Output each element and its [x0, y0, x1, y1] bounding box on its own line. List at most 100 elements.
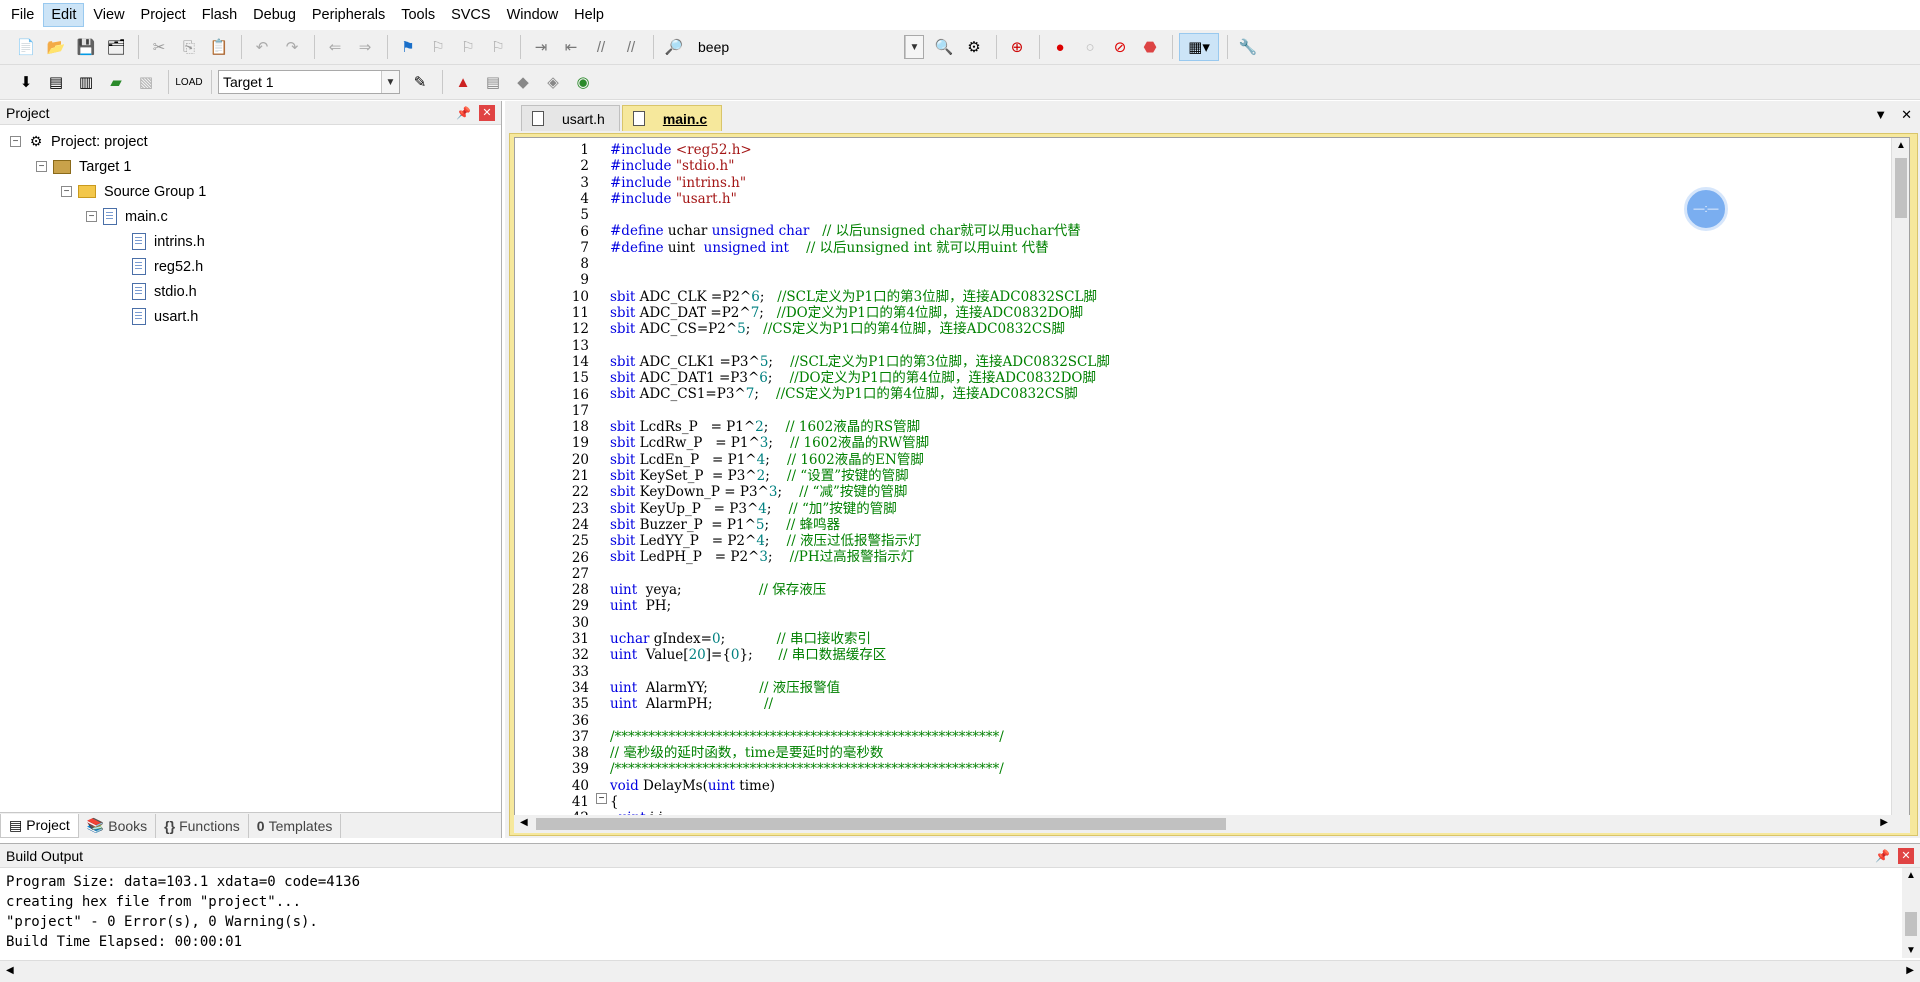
comment-icon[interactable]: //	[587, 33, 615, 61]
copy-icon[interactable]: ⎘	[175, 33, 203, 61]
scroll-left-icon[interactable]: ◀	[6, 965, 14, 976]
tab-functions[interactable]: {} Functions	[156, 813, 249, 838]
target-select[interactable]: Target 1 ▼	[218, 70, 400, 94]
tree-item-main-c[interactable]: − main.c	[0, 204, 501, 229]
collapse-toggle[interactable]: −	[86, 211, 97, 222]
menu-view[interactable]: View	[86, 4, 131, 26]
enable-breakpoint-icon[interactable]: ○	[1076, 33, 1104, 61]
scroll-left-icon[interactable]: ◀	[520, 817, 528, 828]
collapse-toggle[interactable]: −	[10, 136, 21, 147]
menu-debug[interactable]: Debug	[246, 4, 303, 26]
bookmark-icon[interactable]: ⚑	[394, 33, 422, 61]
stop-build-icon[interactable]: ▧	[132, 68, 160, 96]
code-editor[interactable]: 1 2 3 4 5 6 7 8 9 10 11 12 13 14 15 16 17 18 19 20 21 22 23 24 2…	[514, 137, 1910, 830]
save-icon[interactable]: 💾	[72, 33, 100, 61]
tree-item-source-group[interactable]: − Source Group 1	[0, 179, 501, 204]
menu-file[interactable]: File	[4, 4, 41, 26]
tree-item-include[interactable]: stdio.h	[0, 279, 501, 304]
output-vertical-scrollbar[interactable]: ▲ ▼	[1902, 868, 1920, 958]
tab-books[interactable]: 📚 Books	[79, 813, 157, 838]
kill-breakpoints-icon[interactable]: ⬣	[1136, 33, 1164, 61]
window-layout-icon[interactable]: ▦▾	[1179, 33, 1219, 61]
download-icon[interactable]: LOAD	[175, 68, 203, 96]
target-options-icon[interactable]: ✎	[406, 68, 434, 96]
clear-bookmarks-icon[interactable]: ⚐	[484, 33, 512, 61]
navigate-forward-icon[interactable]: ⇒	[351, 33, 379, 61]
menu-window[interactable]: Window	[500, 4, 566, 26]
manage-rte-icon[interactable]: ◆	[509, 68, 537, 96]
code-text[interactable]: #include <reg52.h> #include "stdio.h" #i…	[610, 142, 1889, 826]
scroll-down-icon[interactable]: ▼	[1906, 945, 1916, 956]
tab-main-c[interactable]: main.c	[621, 105, 723, 131]
collapse-toggle[interactable]: −	[61, 186, 72, 197]
pack-installer-icon[interactable]: ◈	[539, 68, 567, 96]
disable-breakpoints-icon[interactable]: ⊘	[1106, 33, 1134, 61]
translate-icon[interactable]: ⬇	[12, 68, 40, 96]
scroll-right-icon[interactable]: ▶	[1906, 965, 1914, 976]
tree-item-target[interactable]: − Target 1	[0, 154, 501, 179]
indent-icon[interactable]: ⇥	[527, 33, 555, 61]
menu-edit[interactable]: Edit	[43, 3, 85, 27]
manage-project-items-icon[interactable]: ▲	[449, 68, 477, 96]
scroll-thumb[interactable]	[1895, 158, 1907, 218]
scroll-up-icon[interactable]: ▲	[1896, 140, 1906, 151]
batch-build-icon[interactable]: ▰	[102, 68, 130, 96]
save-all-icon[interactable]: 🗂	[102, 33, 130, 61]
select-packs-icon[interactable]: ▤	[479, 68, 507, 96]
rebuild-icon[interactable]: ▥	[72, 68, 100, 96]
tab-templates[interactable]: 0 Templates	[249, 813, 342, 838]
debug-session-icon[interactable]: ⊕	[1003, 33, 1031, 61]
scroll-thumb[interactable]	[1905, 912, 1917, 936]
menu-project[interactable]: Project	[134, 4, 193, 26]
floating-assistant-icon[interactable]: —:—	[1684, 187, 1728, 231]
next-bookmark-icon[interactable]: ⚐	[454, 33, 482, 61]
menu-svcs[interactable]: SVCS	[444, 4, 498, 26]
menu-tools[interactable]: Tools	[394, 4, 442, 26]
find-in-files-icon[interactable]: 🔎	[660, 33, 688, 61]
redo-icon[interactable]: ↷	[278, 33, 306, 61]
unindent-icon[interactable]: ⇤	[557, 33, 585, 61]
close-icon[interactable]: ✕	[479, 104, 495, 121]
configure-icon[interactable]: 🔧	[1234, 33, 1262, 61]
undo-icon[interactable]: ↶	[248, 33, 276, 61]
insert-breakpoint-icon[interactable]: ●	[1046, 33, 1074, 61]
menu-help[interactable]: Help	[567, 4, 611, 26]
scroll-up-icon[interactable]: ▲	[1906, 870, 1916, 881]
build-icon[interactable]: ▤	[42, 68, 70, 96]
incremental-find-icon[interactable]: ⚙	[960, 33, 988, 61]
multi-project-icon[interactable]: ◉	[569, 68, 597, 96]
cut-icon[interactable]: ✂	[145, 33, 173, 61]
tree-item-include[interactable]: usart.h	[0, 304, 501, 329]
code-line: sbit ADC_CLK =P2^6; //SCL定义为P1口的第3位脚，连接A…	[610, 288, 1097, 305]
tree-item-include[interactable]: reg52.h	[0, 254, 501, 279]
tab-list-icon[interactable]: ▼	[1874, 107, 1887, 123]
close-icon[interactable]: ✕	[1901, 107, 1912, 123]
paste-icon[interactable]: 📋	[205, 33, 233, 61]
find-combo-dropdown[interactable]: ▼	[904, 35, 924, 59]
output-horizontal-scrollbar[interactable]: ◀ ▶	[0, 960, 1920, 982]
navigate-back-icon[interactable]: ⇐	[321, 33, 349, 61]
editor-horizontal-scrollbar[interactable]: ◀ ▶	[514, 815, 1910, 833]
tree-item-project[interactable]: − ⚙ Project: project	[0, 129, 501, 154]
prev-bookmark-icon[interactable]: ⚐	[424, 33, 452, 61]
scroll-right-icon[interactable]: ▶	[1880, 817, 1888, 828]
new-file-icon[interactable]: 📄	[12, 33, 40, 61]
tab-project[interactable]: ▤ Project	[0, 813, 79, 838]
find-combo[interactable]: beep	[694, 35, 904, 59]
tree-item-include[interactable]: intrins.h	[0, 229, 501, 254]
close-icon[interactable]: ✕	[1898, 847, 1914, 864]
scroll-thumb[interactable]	[536, 818, 1226, 830]
menu-peripherals[interactable]: Peripherals	[305, 4, 392, 26]
open-file-icon[interactable]: 📂	[42, 33, 70, 61]
build-output-text[interactable]: Program Size: data=103.1 xdata=0 code=41…	[0, 868, 1920, 956]
editor-vertical-scrollbar[interactable]: ▲ ▼	[1891, 138, 1909, 829]
pin-icon[interactable]: 📌	[1875, 849, 1890, 863]
collapse-toggle[interactable]: −	[36, 161, 47, 172]
menu-flash[interactable]: Flash	[195, 4, 244, 26]
tab-usart-h[interactable]: usart.h	[521, 105, 620, 131]
fold-toggle[interactable]: −	[596, 793, 607, 804]
pin-icon[interactable]: 📌	[456, 106, 471, 120]
find-icon[interactable]: 🔍	[930, 33, 958, 61]
uncomment-icon[interactable]: //	[617, 33, 645, 61]
